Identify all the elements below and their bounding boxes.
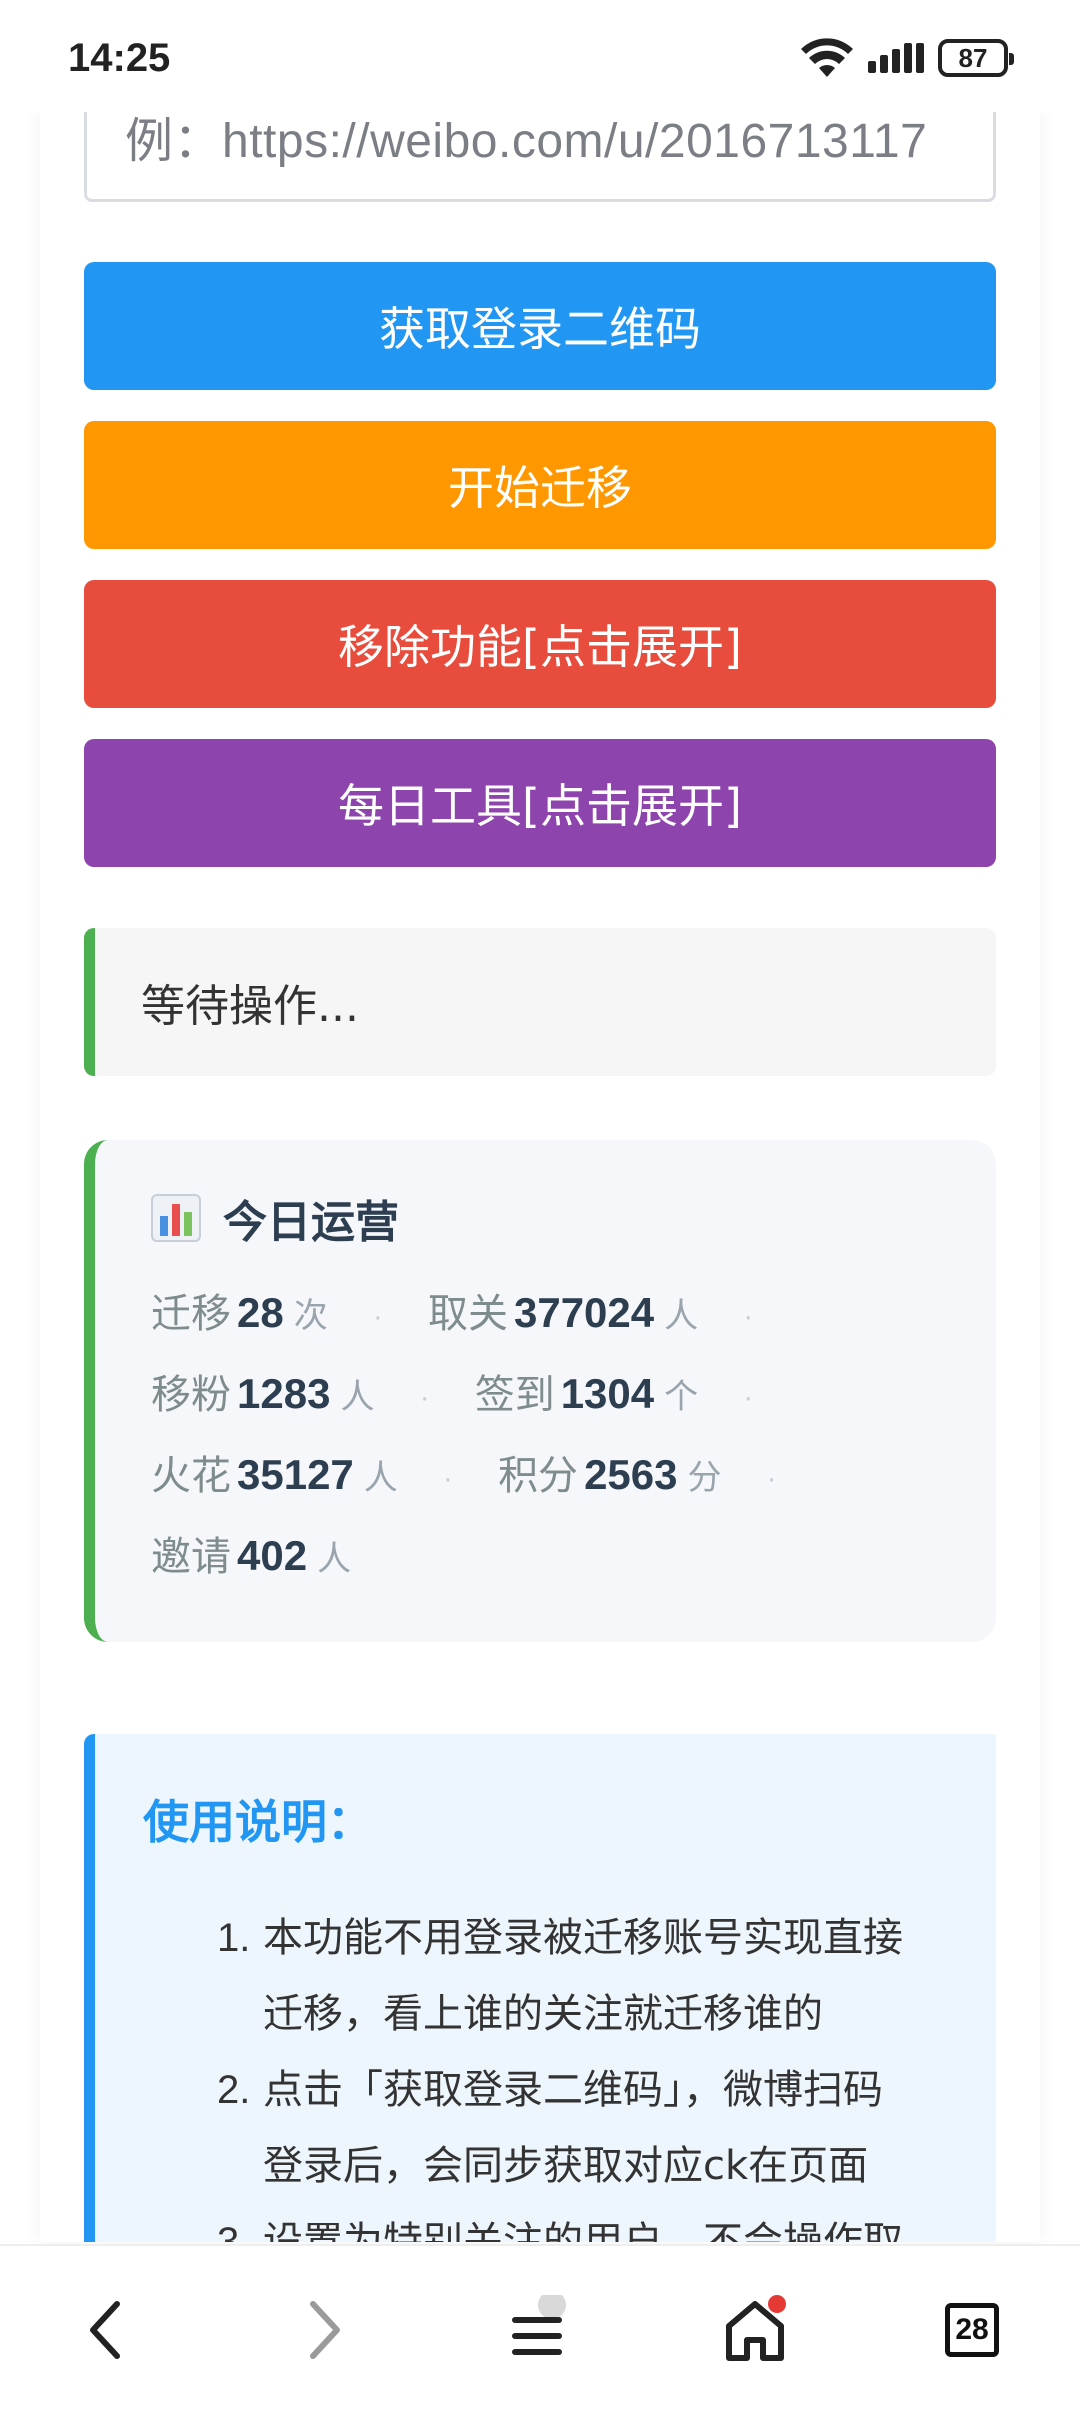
url-input-placeholder: 例：https://weibo.com/u/2016713117: [125, 115, 928, 168]
stat-checkin: 签到 1304 个: [475, 1353, 698, 1438]
daily-tools-button[interactable]: 每日工具[点击展开]: [84, 739, 996, 867]
help-title: 使用说明：: [143, 1795, 373, 1849]
separator-dot: ·: [420, 1385, 429, 1415]
stat-migrate: 迁移 28 次: [151, 1272, 328, 1357]
stats-title: 今日运营: [223, 1197, 399, 1248]
battery-level: 87: [958, 42, 988, 73]
separator-dot: ·: [744, 1385, 753, 1415]
stats-row: 移粉 1283 人 · 签到 1304 个 ·: [151, 1353, 996, 1434]
back-button[interactable]: [45, 2246, 165, 2414]
help-item-number: 2.: [217, 2068, 251, 2112]
stat-label: 迁移: [151, 1291, 231, 1337]
stat-label: 签到: [474, 1372, 555, 1418]
stats-row: 火花 35127 人 · 积分 2563 分 ·: [151, 1434, 996, 1515]
stat-value: 1283: [237, 1370, 331, 1417]
stat-unit: 人: [340, 1377, 375, 1417]
home-icon: [726, 2295, 786, 2361]
stat-unit: 人: [664, 1296, 699, 1336]
separator-dot: ·: [373, 1304, 382, 1334]
stat-label: 移粉: [151, 1372, 231, 1418]
stat-move-fans: 移粉 1283 人: [151, 1353, 374, 1438]
help-item-line: 迁移，看上谁的关注就迁移谁的: [263, 1991, 823, 2037]
separator-dot: ·: [443, 1466, 453, 1496]
weibo-url-input[interactable]: 例：https://weibo.com/u/2016713117: [84, 112, 996, 202]
page-content: 例：https://weibo.com/u/2016713117 获取登录二维码…: [40, 112, 1040, 2242]
separator-dot: ·: [744, 1304, 753, 1334]
status-message: 等待操作...: [141, 981, 359, 1032]
help-item-number: 3.: [217, 2220, 251, 2242]
daily-stats-card: 今日运营 迁移 28 次 · 取关 377024 人 · 移粉 1283 人 ·: [84, 1140, 996, 1642]
help-item-line: 点击「获取登录二维码」，微博扫码: [263, 2067, 883, 2113]
stat-points: 积分 2563 分: [498, 1434, 721, 1519]
usage-instructions-card: 使用说明： 1. 本功能不用登录被迁移账号实现直接 迁移，看上谁的关注就迁移谁的…: [84, 1734, 996, 2242]
stat-value: 2563: [584, 1451, 678, 1498]
stat-invite: 邀请 402 人: [151, 1515, 351, 1600]
menu-icon: [512, 2295, 566, 2355]
browser-bottom-nav: 28: [0, 2244, 1080, 2412]
stat-value: 377024: [513, 1289, 655, 1336]
stat-spark: 火花 35127 人: [151, 1434, 398, 1519]
stat-label: 火花: [151, 1453, 231, 1499]
help-item: 1. 本功能不用登录被迁移账号实现直接 迁移，看上谁的关注就迁移谁的: [217, 1900, 996, 2052]
separator-dot: ·: [767, 1466, 776, 1496]
stat-unit: 人: [363, 1458, 398, 1498]
help-list: 1. 本功能不用登录被迁移账号实现直接 迁移，看上谁的关注就迁移谁的 2. 点击…: [143, 1900, 996, 2242]
stat-unit: 分: [687, 1458, 722, 1498]
status-time: 14:25: [68, 36, 171, 80]
menu-button[interactable]: [480, 2246, 600, 2414]
help-item: 2. 点击「获取登录二维码」，微博扫码 登录后，会同步获取对应ck在页面: [217, 2052, 996, 2204]
forward-arrow-icon: [310, 2301, 340, 2359]
stat-unfollow: 取关 377024 人: [428, 1272, 698, 1357]
stat-label: 邀请: [151, 1534, 231, 1580]
help-item-line: 登录后，会同步获取对应ck在页面: [263, 2143, 869, 2189]
stat-label: 积分: [498, 1453, 579, 1499]
back-arrow-icon: [90, 2301, 120, 2359]
get-login-qr-button[interactable]: 获取登录二维码: [84, 262, 996, 390]
stat-value: 35127: [237, 1451, 354, 1498]
help-item-line: 设置为特别关注的用户，不会操作取: [263, 2219, 903, 2242]
stat-unit: 人: [317, 1539, 352, 1579]
stat-value: 402: [237, 1532, 308, 1579]
remove-functions-button[interactable]: 移除功能[点击展开]: [84, 580, 996, 708]
battery-icon: 87: [938, 39, 1014, 77]
operation-status-box: 等待操作...: [84, 928, 996, 1076]
wifi-icon: [800, 37, 854, 79]
home-button[interactable]: [695, 2246, 815, 2414]
stats-header: 今日运营: [151, 1186, 996, 1250]
tab-count-icon: 28: [945, 2303, 999, 2357]
stats-row: 迁移 28 次 · 取关 377024 人 ·: [151, 1272, 996, 1353]
signal-icon: [868, 41, 924, 75]
stat-unit: 次: [293, 1296, 328, 1336]
help-item-line: 本功能不用登录被迁移账号实现直接: [263, 1915, 903, 1961]
bar-chart-icon: [151, 1194, 201, 1242]
stats-row: 邀请 402 人: [151, 1515, 996, 1596]
forward-button[interactable]: [265, 2246, 385, 2414]
status-icons: 87: [800, 34, 1014, 82]
stat-label: 取关: [427, 1291, 508, 1337]
stat-value: 28: [237, 1289, 284, 1336]
status-bar: 14:25 87: [0, 0, 1080, 112]
tabs-button[interactable]: 28: [912, 2246, 1032, 2414]
help-item: 3. 设置为特别关注的用户，不会操作取: [217, 2204, 996, 2242]
stat-unit: 个: [664, 1377, 699, 1417]
stat-value: 1304: [560, 1370, 655, 1417]
help-item-number: 1.: [217, 1916, 251, 1960]
start-migration-button[interactable]: 开始迁移: [84, 421, 996, 549]
